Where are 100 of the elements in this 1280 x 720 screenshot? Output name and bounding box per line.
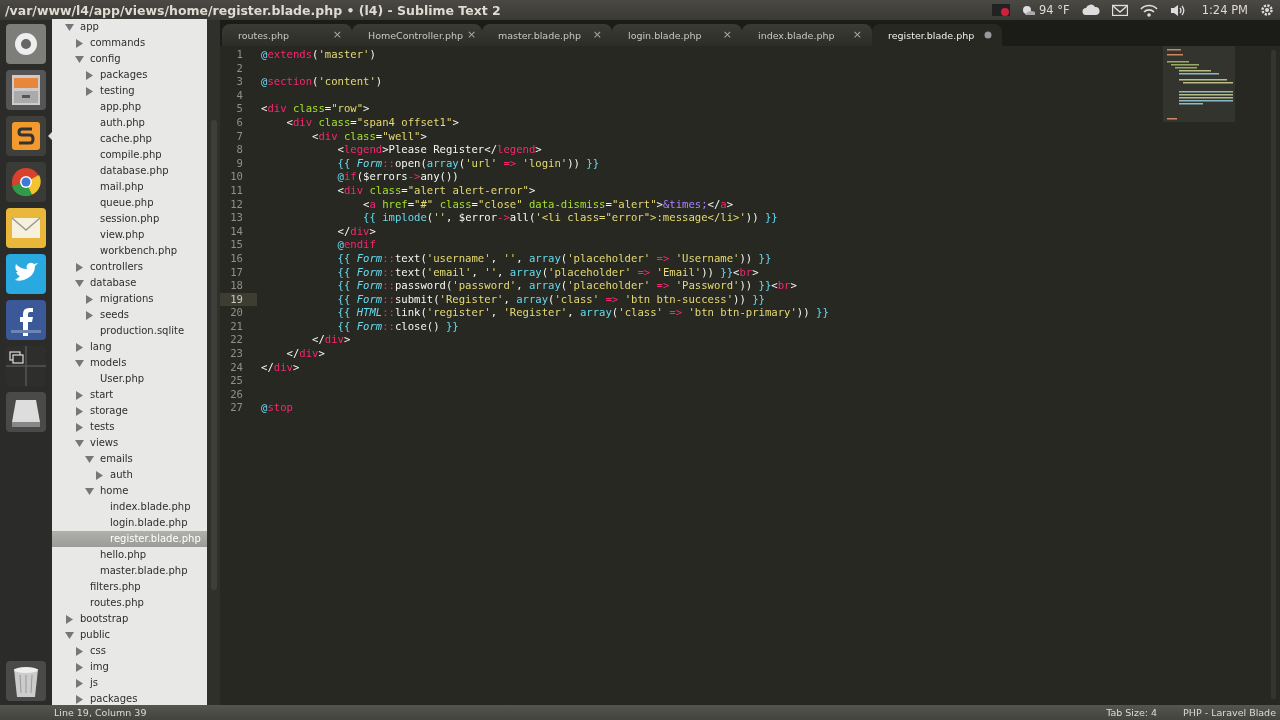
tree-item[interactable]: app bbox=[52, 19, 207, 35]
tree-item[interactable]: lang bbox=[52, 339, 207, 355]
syntax-mode[interactable]: PHP - Laravel Blade bbox=[1183, 707, 1276, 718]
close-button[interactable]: × bbox=[588, 29, 602, 41]
tree-item[interactable]: public bbox=[52, 627, 207, 643]
collapsed-arrow-icon[interactable] bbox=[75, 694, 84, 704]
tree-item[interactable]: view.php bbox=[52, 227, 207, 243]
drive-icon[interactable] bbox=[6, 392, 46, 432]
settings-icon[interactable] bbox=[1260, 3, 1274, 17]
tree-item[interactable]: compile.php bbox=[52, 147, 207, 163]
collapsed-arrow-icon[interactable] bbox=[75, 390, 84, 400]
tree-item[interactable]: models bbox=[52, 355, 207, 371]
expanded-arrow-icon[interactable] bbox=[75, 438, 84, 448]
collapsed-arrow-icon[interactable] bbox=[75, 262, 84, 272]
tree-item[interactable]: app.php bbox=[52, 99, 207, 115]
cloud-icon[interactable] bbox=[1081, 4, 1100, 16]
collapsed-arrow-icon[interactable] bbox=[85, 294, 94, 304]
collapsed-arrow-icon[interactable] bbox=[65, 614, 74, 624]
tree-item[interactable]: cache.php bbox=[52, 131, 207, 147]
editor-tab[interactable]: register.blade.php bbox=[872, 24, 1002, 46]
record-icon[interactable] bbox=[992, 3, 1010, 17]
collapsed-arrow-icon[interactable] bbox=[95, 470, 104, 480]
tree-item[interactable]: start bbox=[52, 387, 207, 403]
tree-item[interactable]: testing bbox=[52, 83, 207, 99]
bird-icon[interactable] bbox=[6, 254, 46, 294]
tree-item[interactable]: mail.php bbox=[52, 179, 207, 195]
editor-tab[interactable]: HomeController.php × bbox=[352, 24, 482, 46]
tree-item[interactable]: auth bbox=[52, 467, 207, 483]
editor-tab[interactable]: routes.php × bbox=[222, 24, 352, 46]
tree-item[interactable]: home bbox=[52, 483, 207, 499]
collapsed-arrow-icon[interactable] bbox=[85, 70, 94, 80]
tree-item[interactable]: User.php bbox=[52, 371, 207, 387]
tree-item[interactable]: controllers bbox=[52, 259, 207, 275]
volume-icon[interactable] bbox=[1169, 3, 1186, 17]
f-logo-icon[interactable] bbox=[6, 300, 46, 340]
tree-item[interactable]: migrations bbox=[52, 291, 207, 307]
collapsed-arrow-icon[interactable] bbox=[75, 646, 84, 656]
collapsed-arrow-icon[interactable] bbox=[85, 86, 94, 96]
tree-item[interactable]: tests bbox=[52, 419, 207, 435]
tree-item[interactable]: img bbox=[52, 659, 207, 675]
tree-item[interactable]: production.sqlite bbox=[52, 323, 207, 339]
tree-item[interactable]: login.blade.php bbox=[52, 515, 207, 531]
tree-item[interactable]: session.php bbox=[52, 211, 207, 227]
tab-size[interactable]: Tab Size: 4 bbox=[1106, 707, 1158, 718]
collapsed-arrow-icon[interactable] bbox=[85, 310, 94, 320]
tree-item[interactable]: index.blade.php bbox=[52, 499, 207, 515]
editor-tab[interactable]: index.blade.php × bbox=[742, 24, 872, 46]
expanded-arrow-icon[interactable] bbox=[75, 278, 84, 288]
expanded-arrow-icon[interactable] bbox=[65, 630, 74, 640]
envelope-icon[interactable] bbox=[6, 208, 46, 248]
tree-item[interactable]: config bbox=[52, 51, 207, 67]
tree-item[interactable]: filters.php bbox=[52, 579, 207, 595]
tree-item[interactable]: seeds bbox=[52, 307, 207, 323]
dash-icon[interactable] bbox=[6, 24, 46, 64]
tree-item[interactable]: commands bbox=[52, 35, 207, 51]
collapsed-arrow-icon[interactable] bbox=[75, 342, 84, 352]
editor-tab[interactable]: login.blade.php × bbox=[612, 24, 742, 46]
mail-icon[interactable] bbox=[1111, 4, 1128, 16]
tree-item[interactable]: database.php bbox=[52, 163, 207, 179]
workspace-switcher-icon[interactable] bbox=[6, 346, 46, 386]
close-button[interactable]: × bbox=[463, 29, 477, 41]
file-cabinet-icon[interactable] bbox=[6, 70, 46, 110]
tree-item[interactable]: queue.php bbox=[52, 195, 207, 211]
sidebar-scrollbar[interactable] bbox=[207, 20, 220, 705]
tree-item[interactable]: database bbox=[52, 275, 207, 291]
expanded-arrow-icon[interactable] bbox=[75, 54, 84, 64]
round-logo-icon[interactable] bbox=[6, 162, 46, 202]
close-button[interactable]: × bbox=[328, 29, 342, 41]
editor-tab[interactable]: master.blade.php × bbox=[482, 24, 612, 46]
s-logo-icon[interactable] bbox=[6, 116, 46, 156]
close-button[interactable]: × bbox=[718, 29, 732, 41]
tree-item[interactable]: auth.php bbox=[52, 115, 207, 131]
tree-item[interactable]: packages bbox=[52, 67, 207, 83]
tree-item[interactable]: master.blade.php bbox=[52, 563, 207, 579]
unsaved-dot-icon[interactable] bbox=[984, 31, 992, 39]
tree-item[interactable]: css bbox=[52, 643, 207, 659]
tree-item[interactable]: views bbox=[52, 435, 207, 451]
expanded-arrow-icon[interactable] bbox=[85, 454, 94, 464]
tree-item[interactable]: storage bbox=[52, 403, 207, 419]
tree-item[interactable]: hello.php bbox=[52, 547, 207, 563]
collapsed-arrow-icon[interactable] bbox=[75, 662, 84, 672]
tree-item[interactable]: packages bbox=[52, 691, 207, 705]
expanded-arrow-icon[interactable] bbox=[85, 486, 94, 496]
collapsed-arrow-icon[interactable] bbox=[75, 38, 84, 48]
collapsed-arrow-icon[interactable] bbox=[75, 678, 84, 688]
tree-item[interactable]: js bbox=[52, 675, 207, 691]
weather-indicator[interactable]: 94 °F bbox=[1022, 3, 1070, 17]
expanded-arrow-icon[interactable] bbox=[75, 358, 84, 368]
tree-item[interactable]: emails bbox=[52, 451, 207, 467]
tree-item[interactable]: bootstrap bbox=[52, 611, 207, 627]
clock[interactable]: 1:24 PM bbox=[1201, 3, 1248, 17]
expanded-arrow-icon[interactable] bbox=[65, 22, 74, 32]
tree-item[interactable]: workbench.php bbox=[52, 243, 207, 259]
minimap[interactable] bbox=[1163, 46, 1235, 122]
collapsed-arrow-icon[interactable] bbox=[75, 406, 84, 416]
wifi-icon[interactable] bbox=[1139, 3, 1158, 17]
close-button[interactable]: × bbox=[848, 29, 862, 41]
tree-item[interactable]: routes.php bbox=[52, 595, 207, 611]
collapsed-arrow-icon[interactable] bbox=[75, 422, 84, 432]
trash-icon[interactable] bbox=[6, 661, 46, 701]
